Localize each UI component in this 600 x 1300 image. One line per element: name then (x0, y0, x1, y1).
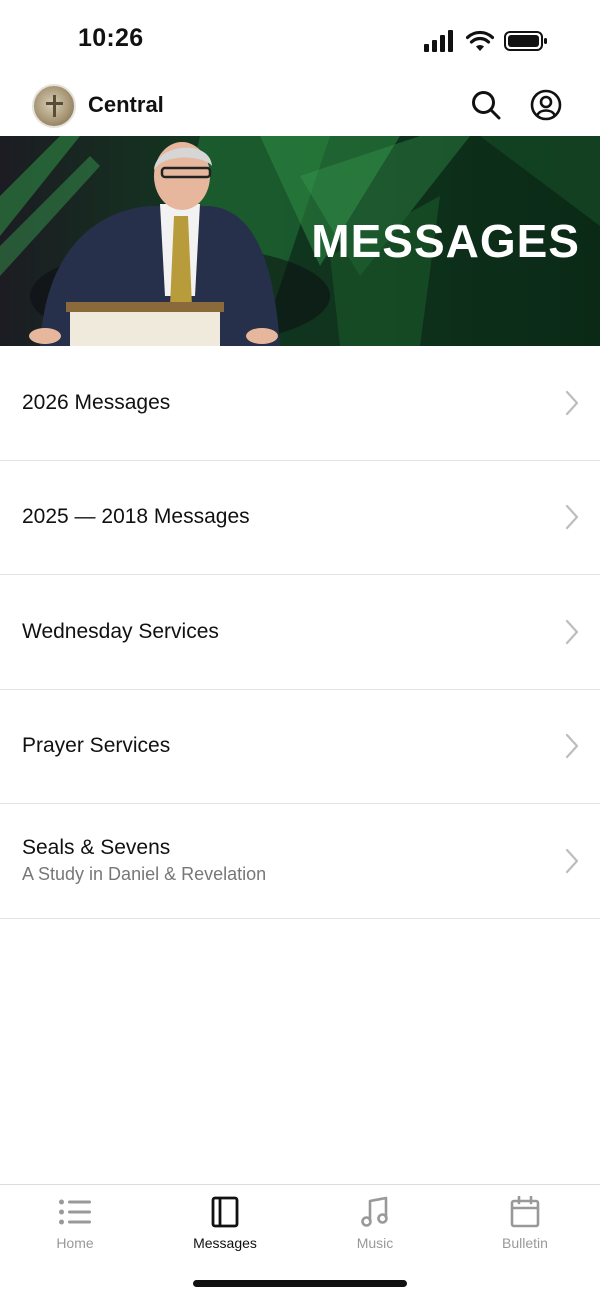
chevron-right-icon (565, 390, 579, 415)
app-header: Central (0, 80, 600, 136)
app-title: Central (88, 92, 164, 117)
chevron-right-icon (565, 848, 579, 873)
menu-item-wednesday-services[interactable]: Wednesday Services (0, 575, 600, 690)
messages-banner: MESSAGES (0, 136, 600, 346)
chevron-right-icon (565, 619, 579, 644)
wifi-icon (466, 30, 494, 51)
calendar-icon (510, 1196, 540, 1228)
cellular-signal-icon (424, 30, 453, 52)
menu-item-title: 2026 Messages (22, 390, 171, 414)
menu-item-title: Wednesday Services (22, 619, 219, 643)
tab-home[interactable]: Home (0, 1185, 150, 1265)
search-icon (472, 91, 501, 120)
church-logo[interactable] (32, 84, 76, 128)
status-icons (424, 28, 548, 54)
home-indicator[interactable] (193, 1280, 407, 1287)
menu-item-title: Seals & Sevens (22, 836, 171, 860)
tab-label: Music (356, 1235, 394, 1251)
menu-item-title: 2025 — 2018 Messages (22, 505, 250, 529)
menu-item-subtitle: A Study in Daniel & Revelation (22, 864, 267, 885)
menu-item-seals-and-sevens[interactable]: Seals & Sevens A Study in Daniel & Revel… (0, 804, 600, 919)
status-time: 10:26 (78, 24, 144, 52)
tab-bulletin[interactable]: Bulletin (450, 1185, 600, 1265)
battery-icon (504, 31, 547, 51)
menu-item-title: Prayer Services (22, 734, 171, 758)
tab-messages[interactable]: Messages (150, 1185, 300, 1265)
menu-item-2025-2018-messages[interactable]: 2025 — 2018 Messages (0, 461, 600, 575)
chevron-right-icon (565, 734, 579, 759)
profile-button[interactable] (529, 88, 563, 122)
messages-menu-list: 2026 Messages 2025 — 2018 Messages Wedne… (0, 346, 600, 919)
banner-title: MESSAGES (311, 215, 580, 267)
tab-music[interactable]: Music (300, 1185, 450, 1265)
tab-label: Messages (193, 1235, 257, 1251)
tab-label: Bulletin (502, 1235, 548, 1251)
menu-item-2026-messages[interactable]: 2026 Messages (0, 346, 600, 461)
status-bar: 10:26 (0, 0, 600, 80)
profile-icon (530, 89, 562, 121)
book-icon (211, 1196, 239, 1228)
menu-item-prayer-services[interactable]: Prayer Services (0, 690, 600, 804)
music-note-icon (361, 1196, 388, 1227)
chevron-right-icon (565, 505, 579, 530)
search-button[interactable] (469, 88, 503, 122)
tab-label: Home (56, 1235, 94, 1251)
list-icon (59, 1199, 91, 1225)
